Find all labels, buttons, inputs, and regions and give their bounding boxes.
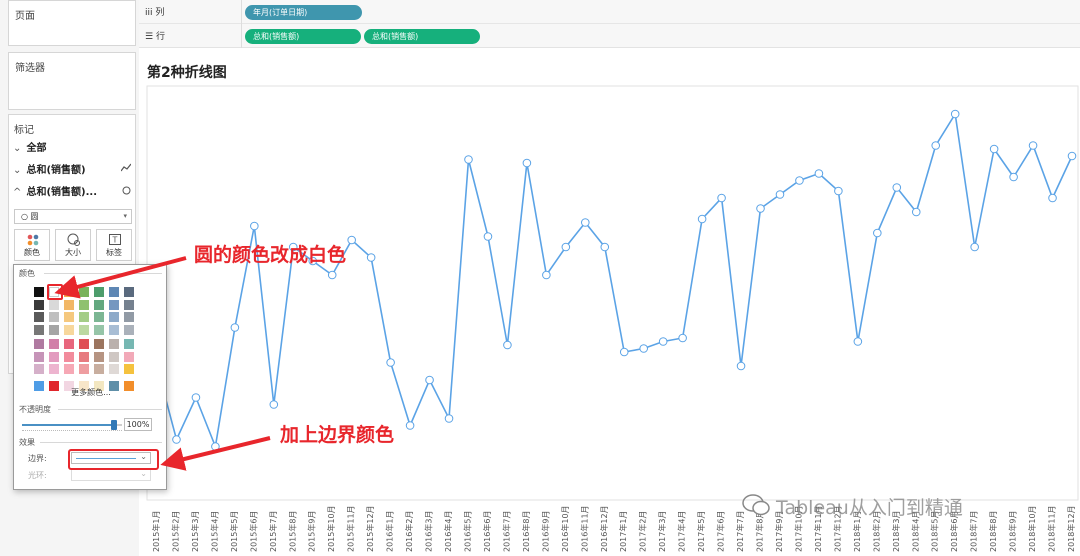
wechat-icon [742,494,770,516]
watermark-text: Tableau从入门到精通 [776,497,963,519]
arrow-to-border-dropdown [160,436,271,471]
annotation-white-color: 圆的颜色改成白色 [194,244,347,266]
annotation-border-color: 加上边界颜色 [280,424,395,446]
arrow-to-white-swatch [54,256,187,299]
annotation-arrows [54,256,271,471]
